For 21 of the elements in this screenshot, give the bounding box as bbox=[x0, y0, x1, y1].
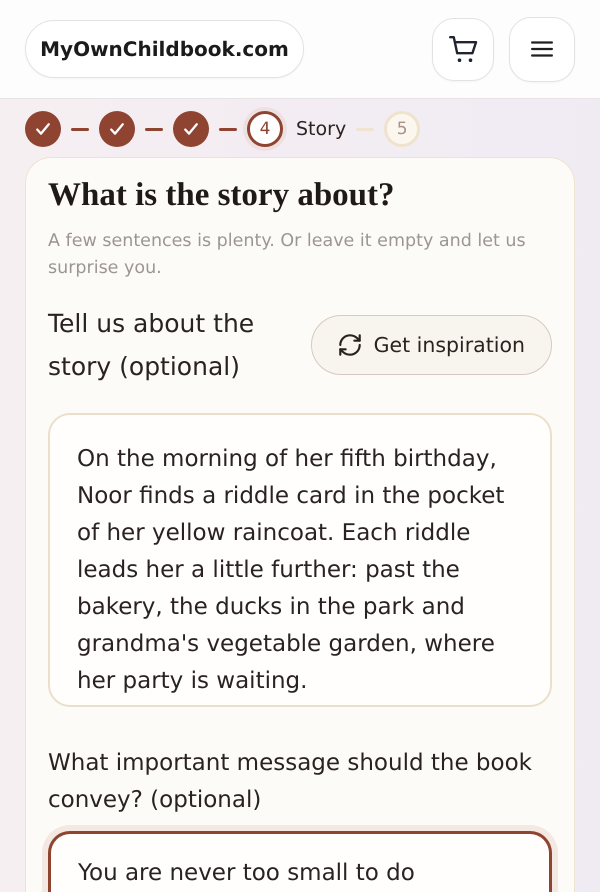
step-label: Story bbox=[296, 118, 346, 140]
check-icon bbox=[36, 123, 50, 135]
cart-button[interactable] bbox=[432, 18, 494, 80]
cart-icon bbox=[448, 36, 478, 62]
step-connector bbox=[356, 128, 374, 130]
menu-icon bbox=[531, 41, 553, 57]
menu-button[interactable] bbox=[509, 16, 575, 82]
step-connector bbox=[219, 128, 237, 130]
section-hint: A few sentences is plenty. Or leave it empty and let us surprise you. bbox=[48, 230, 527, 280]
logo-link[interactable]: MyOwnChildbook.com bbox=[25, 20, 304, 78]
step-connector bbox=[145, 128, 163, 130]
field-label: What important message should the book convey? (optional) bbox=[48, 748, 533, 814]
field-label: Tell us about the story (optional) bbox=[48, 308, 256, 383]
inspiration-button[interactable]: Get inspiration bbox=[310, 315, 552, 375]
refresh-icon bbox=[338, 334, 361, 356]
check-icon bbox=[110, 123, 124, 135]
step-connector bbox=[71, 128, 89, 130]
step-indicator: 5 bbox=[384, 111, 420, 147]
check-icon bbox=[184, 123, 198, 135]
textarea-field[interactable]: On the morning of her fifth birthday, Noor finds a riddle card in the pocket of her yellow raincoat. Each riddle leads her a little further: past the bakery, the ducks in the park and grandma's vegetable garden, where her party is waiting. bbox=[48, 412, 552, 706]
section-title: What is the story about? bbox=[48, 176, 395, 215]
